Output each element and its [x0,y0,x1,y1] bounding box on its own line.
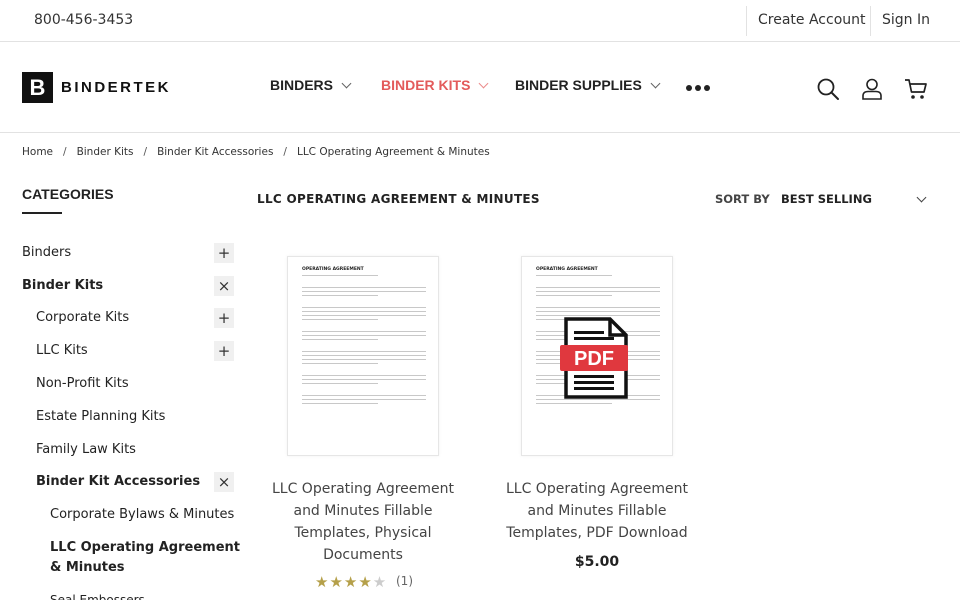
rating-count[interactable]: (1) [396,574,413,588]
sidebar-item-binder-kits[interactable]: Binder Kits [22,276,103,296]
top-bar: 800-456-3453 Create Account Sign In [0,0,960,42]
sidebar-item-llc-operating-agreement[interactable]: LLC Operating Agreement & Minutes [50,538,240,578]
sidebar-item-llc-kits[interactable]: LLC Kits [36,341,88,361]
chevron-down-icon [650,78,661,88]
categories-heading: CATEGORIES [22,186,114,202]
logo[interactable]: B BINDERTEK [22,72,171,103]
expand-icon[interactable]: + [214,243,234,263]
breadcrumb-binder-kit-accessories[interactable]: Binder Kit Accessories [157,146,273,158]
product-price: $5.00 [574,554,620,570]
document-title: OPERATING AGREEMENT [302,267,364,272]
sidebar-item-binders[interactable]: Binders [22,243,71,263]
product-title[interactable]: LLC Operating Agreement and Minutes Fill… [263,478,463,566]
sidebar-item-corporate-bylaws[interactable]: Corporate Bylaws & Minutes [50,505,234,525]
breadcrumb-separator: / [63,146,67,158]
breadcrumb-separator: / [143,146,148,158]
cart-icon[interactable] [904,77,928,101]
breadcrumb-home[interactable]: Home [22,146,53,158]
sidebar-item-seal-embossers[interactable]: Seal Embossers [50,590,145,600]
nav-binders[interactable]: BINDERS [270,77,352,93]
logo-text: BINDERTEK [61,79,172,96]
sidebar-item-non-profit-kits[interactable]: Non-Profit Kits [36,374,129,394]
user-icon[interactable] [860,77,884,101]
more-icon[interactable] [686,85,710,91]
document-title: OPERATING AGREEMENT [536,267,598,272]
chevron-down-icon [341,78,352,88]
phone-number[interactable]: 800-456-3453 [34,12,133,28]
nav-binder-supplies[interactable]: BINDER SUPPLIES [515,77,661,93]
pdf-icon: PDF [560,317,628,399]
logo-mark: B [22,72,53,103]
collapse-icon[interactable]: × [214,472,234,492]
create-account-link[interactable]: Create Account [746,6,866,36]
nav-binder-kits[interactable]: BINDER KITS [381,77,489,93]
nav-label: BINDER SUPPLIES [515,77,642,93]
sidebar-item-binder-kit-accessories[interactable]: Binder Kit Accessories [36,472,200,492]
nav-label: BINDERS [270,77,334,93]
product-title[interactable]: LLC Operating Agreement and Minutes Fill… [497,478,697,544]
product-image[interactable]: OPERATING AGREEMENT PDF [521,256,673,456]
chevron-down-icon [479,78,489,88]
nav-label: BINDER KITS [381,77,471,93]
sort-label: SORT BY [715,192,770,206]
breadcrumb-current: LLC Operating Agreement & Minutes [296,146,490,158]
breadcrumb-separator: / [283,146,287,158]
expand-icon[interactable]: + [214,341,234,361]
sidebar-item-corporate-kits[interactable]: Corporate Kits [36,308,129,328]
rating-stars: ★★★★★ [315,573,388,591]
expand-icon[interactable]: + [214,308,234,328]
site-header: B BINDERTEK BINDERS BINDER KITS BINDER S… [0,43,960,133]
search-icon[interactable] [816,77,840,101]
sidebar-item-estate-planning-kits[interactable]: Estate Planning Kits [36,407,165,427]
product-image[interactable]: OPERATING AGREEMENT [287,256,439,456]
collapse-icon[interactable]: × [214,276,234,296]
sort-select[interactable]: BEST SELLING [781,192,929,206]
sidebar-item-family-law-kits[interactable]: Family Law Kits [36,440,136,460]
heading-underline [22,212,62,214]
breadcrumb-binder-kits[interactable]: Binder Kits [77,146,134,158]
breadcrumb: Home / Binder Kits / Binder Kit Accessor… [22,146,490,158]
pdf-label: PDF [574,348,614,370]
page-title: LLC OPERATING AGREEMENT & MINUTES [257,192,540,206]
sign-in-link[interactable]: Sign In [870,6,930,36]
